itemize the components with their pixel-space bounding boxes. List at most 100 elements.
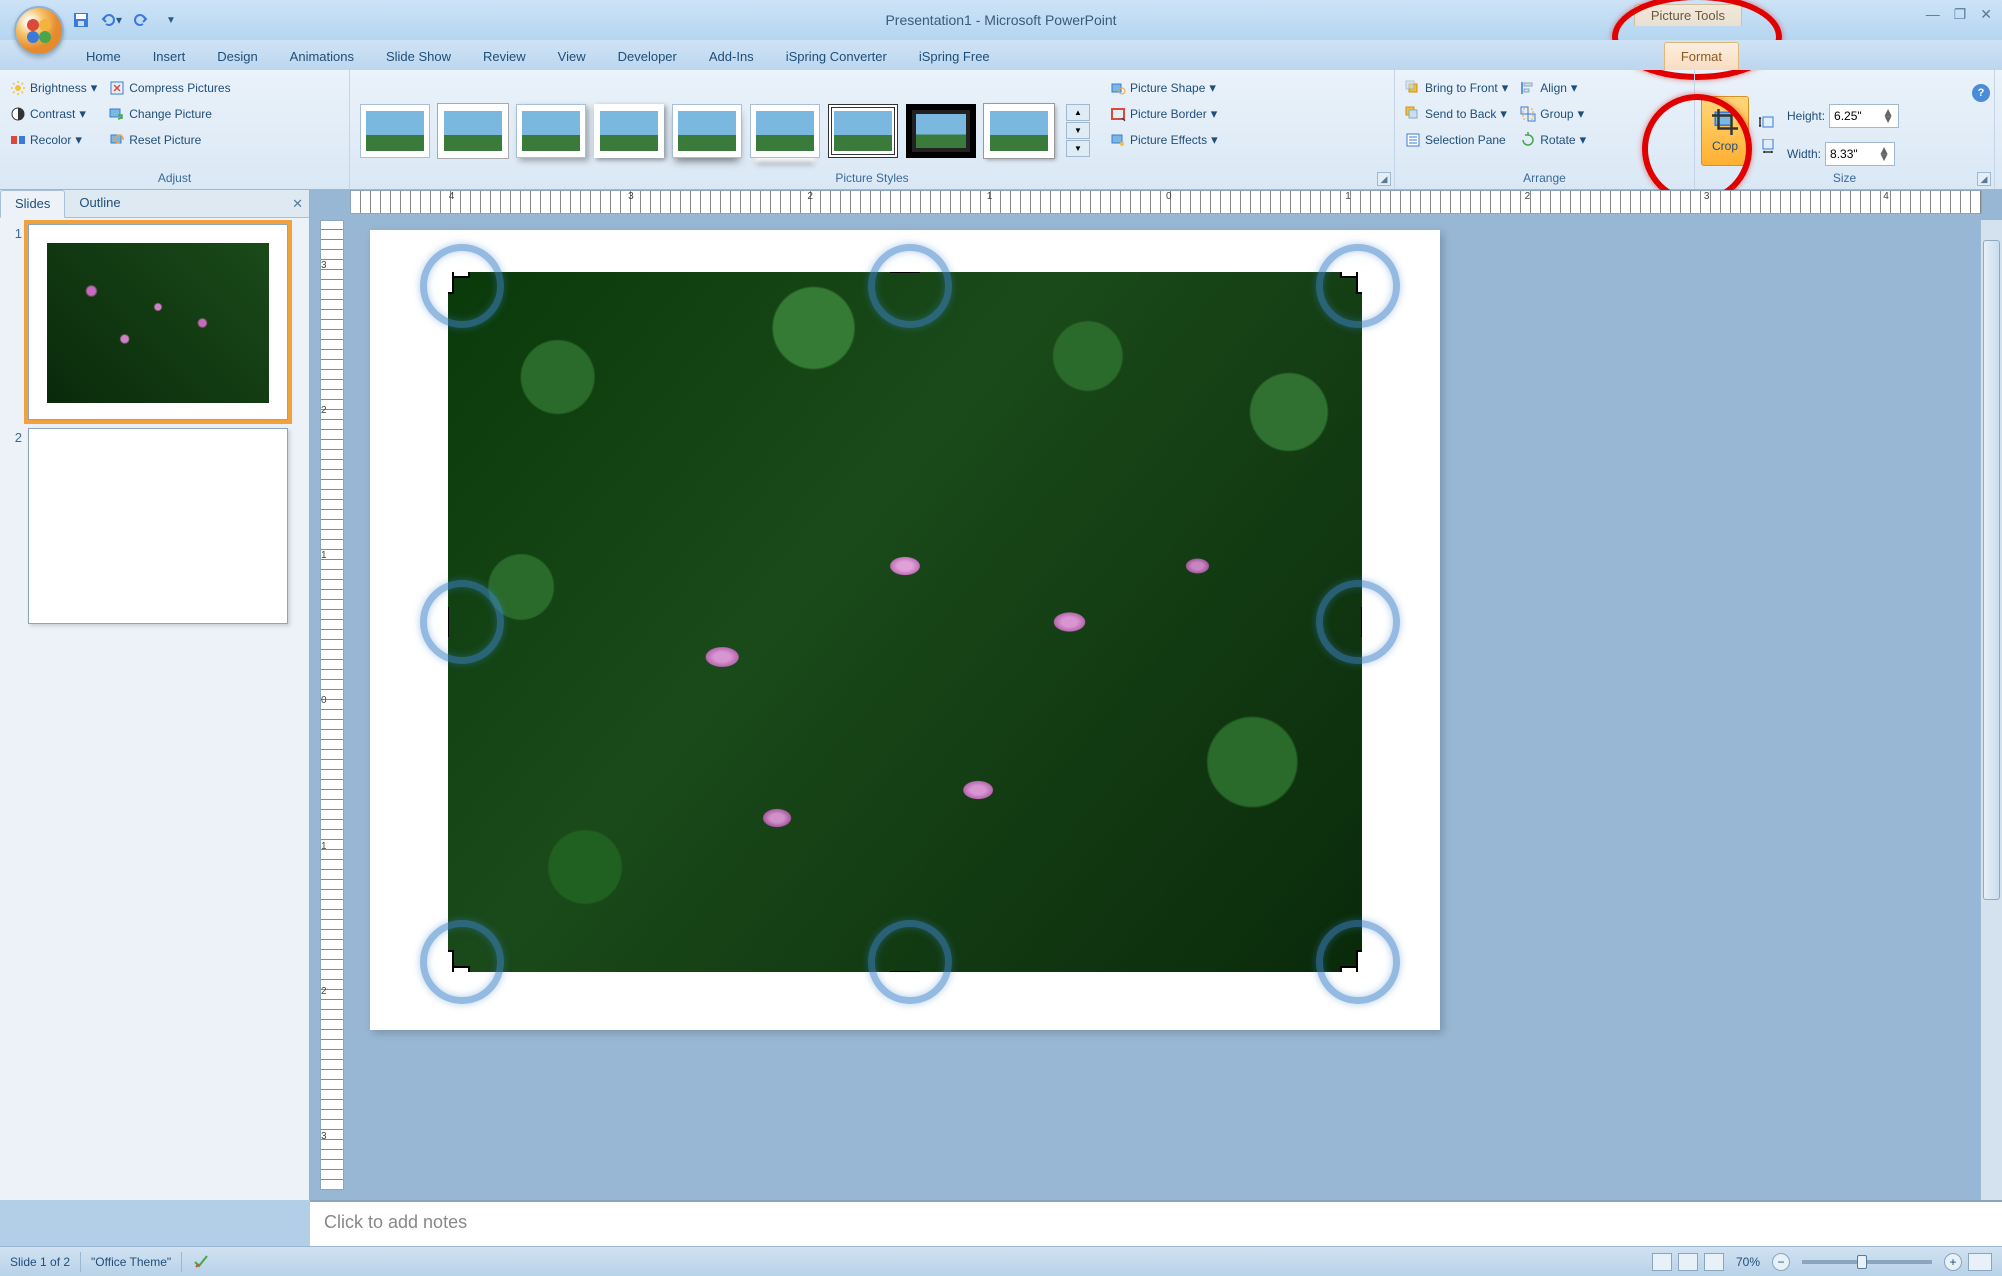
gallery-scroll-up[interactable]: ▲: [1066, 104, 1090, 121]
save-icon[interactable]: [70, 9, 92, 31]
tab-animations[interactable]: Animations: [274, 43, 370, 70]
tab-ispring-free[interactable]: iSpring Free: [903, 43, 1006, 70]
style-thumb-3[interactable]: [516, 104, 586, 158]
style-thumb-8[interactable]: [906, 104, 976, 158]
align-button[interactable]: Align ▾: [1516, 78, 1590, 98]
tab-view[interactable]: View: [542, 43, 602, 70]
style-thumb-5[interactable]: [672, 104, 742, 158]
picture-effects-label: Picture Effects: [1130, 133, 1207, 147]
proofing-icon[interactable]: [192, 1253, 210, 1271]
selection-pane-label: Selection Pane: [1425, 133, 1506, 147]
reset-label: Reset Picture: [129, 133, 201, 147]
picture-effects-button[interactable]: Picture Effects ▾: [1106, 130, 1222, 150]
height-input[interactable]: 6.25"▲▼: [1829, 104, 1899, 128]
ribbon-group-adjust: Brightness ▾ Contrast ▾ Recolor ▾ Compre…: [0, 70, 350, 189]
crop-handle-tl[interactable]: [448, 272, 466, 290]
bring-to-front-button[interactable]: Bring to Front ▾: [1401, 78, 1512, 98]
status-slide-indicator: Slide 1 of 2: [10, 1255, 70, 1269]
sorter-view-button[interactable]: [1678, 1253, 1698, 1271]
slide-panel-close[interactable]: ✕: [292, 196, 303, 212]
recolor-button[interactable]: Recolor ▾: [6, 130, 101, 150]
size-dialog-launcher[interactable]: ◢: [1977, 172, 1991, 186]
crop-handle-tr[interactable]: [1344, 272, 1362, 290]
notes-pane[interactable]: Click to add notes: [310, 1200, 2002, 1246]
style-thumb-6[interactable]: [750, 104, 820, 158]
zoom-level[interactable]: 70%: [1736, 1255, 1760, 1269]
width-icon: [1759, 139, 1777, 153]
tab-design[interactable]: Design: [201, 43, 273, 70]
undo-icon[interactable]: ▾: [100, 9, 122, 31]
adjust-group-label: Adjust: [0, 169, 349, 187]
gallery-scroll-down[interactable]: ▼: [1066, 122, 1090, 139]
zoom-slider[interactable]: [1802, 1260, 1932, 1264]
width-input[interactable]: 8.33"▲▼: [1825, 142, 1895, 166]
picture-object[interactable]: [448, 272, 1362, 972]
tab-home[interactable]: Home: [70, 43, 137, 70]
picture-tools-tab-label: Picture Tools: [1634, 4, 1742, 26]
style-thumb-7[interactable]: [828, 104, 898, 158]
tab-format[interactable]: Format: [1664, 42, 1739, 70]
style-thumb-2[interactable]: [438, 104, 508, 158]
crop-button[interactable]: Crop: [1701, 96, 1749, 166]
crop-handle-b[interactable]: [890, 971, 920, 972]
slide-thumbnail-1[interactable]: 1: [6, 224, 303, 420]
zoom-out-button[interactable]: −: [1772, 1253, 1790, 1271]
restore-button[interactable]: ❐: [1954, 6, 1967, 23]
slideshow-view-button[interactable]: [1704, 1253, 1724, 1271]
change-picture-button[interactable]: Change Picture: [105, 104, 234, 124]
slide-thumbnail-2[interactable]: 2: [6, 428, 303, 624]
reset-picture-button[interactable]: Reset Picture: [105, 130, 234, 150]
gallery-more-button[interactable]: ▼: [1066, 140, 1090, 157]
compress-pictures-button[interactable]: Compress Pictures: [105, 78, 234, 98]
picture-styles-dialog-launcher[interactable]: ◢: [1377, 172, 1391, 186]
redo-icon[interactable]: [130, 9, 152, 31]
office-button[interactable]: [14, 6, 64, 56]
crop-handle-l[interactable]: [448, 607, 449, 637]
slide-number-1: 1: [6, 224, 22, 420]
ribbon-group-picture-styles: ▲ ▼ ▼ Picture Shape ▾ Picture Border ▾ P…: [350, 70, 1395, 189]
outline-tab[interactable]: Outline: [65, 190, 134, 217]
group-label: Group: [1540, 107, 1573, 121]
rotate-button[interactable]: Rotate ▾: [1516, 130, 1590, 150]
slides-tab[interactable]: Slides: [0, 190, 65, 218]
brightness-label: Brightness: [30, 81, 87, 95]
slide-editor: 4 3 2 1 0 1 2 3 4 3 2 1 0 1 2 3: [310, 190, 2002, 1200]
compress-label: Compress Pictures: [129, 81, 230, 95]
vertical-scrollbar[interactable]: [1980, 220, 2002, 1200]
ribbon-group-arrange: Bring to Front ▾ Send to Back ▾ Selectio…: [1395, 70, 1695, 189]
close-button[interactable]: ✕: [1980, 6, 1992, 23]
normal-view-button[interactable]: [1652, 1253, 1672, 1271]
style-thumb-1[interactable]: [360, 104, 430, 158]
brightness-button[interactable]: Brightness ▾: [6, 78, 101, 98]
contrast-button[interactable]: Contrast ▾: [6, 104, 101, 124]
crop-handle-bl[interactable]: [448, 954, 466, 972]
picture-border-button[interactable]: Picture Border ▾: [1106, 104, 1222, 124]
style-thumb-9[interactable]: [984, 104, 1054, 158]
tab-review[interactable]: Review: [467, 43, 542, 70]
send-to-back-button[interactable]: Send to Back ▾: [1401, 104, 1512, 124]
tab-ispring-converter[interactable]: iSpring Converter: [770, 43, 903, 70]
align-label: Align: [1540, 81, 1567, 95]
ribbon: Brightness ▾ Contrast ▾ Recolor ▾ Compre…: [0, 70, 2002, 190]
tab-slideshow[interactable]: Slide Show: [370, 43, 467, 70]
group-button[interactable]: Group ▾: [1516, 104, 1590, 124]
selection-pane-button[interactable]: Selection Pane: [1401, 130, 1512, 150]
scrollbar-thumb[interactable]: [1983, 240, 2000, 900]
slide-canvas[interactable]: [370, 230, 1440, 1030]
style-thumb-4[interactable]: [594, 104, 664, 158]
crop-handle-r[interactable]: [1361, 607, 1362, 637]
crop-handle-br[interactable]: [1344, 954, 1362, 972]
picture-shape-button[interactable]: Picture Shape ▾: [1106, 78, 1222, 98]
minimize-button[interactable]: —: [1926, 6, 1940, 23]
crop-icon: [1712, 109, 1738, 135]
crop-handle-t[interactable]: [890, 272, 920, 273]
tab-developer[interactable]: Developer: [602, 43, 693, 70]
tab-insert[interactable]: Insert: [137, 43, 202, 70]
window-title: Presentation1 - Microsoft PowerPoint: [885, 12, 1116, 28]
qat-customize-icon[interactable]: ▼: [160, 9, 182, 31]
tab-addins[interactable]: Add-Ins: [693, 43, 770, 70]
bring-front-label: Bring to Front: [1425, 81, 1498, 95]
fit-to-window-button[interactable]: [1968, 1253, 1992, 1271]
zoom-in-button[interactable]: +: [1944, 1253, 1962, 1271]
status-bar: Slide 1 of 2 "Office Theme" 70% − +: [0, 1246, 2002, 1276]
